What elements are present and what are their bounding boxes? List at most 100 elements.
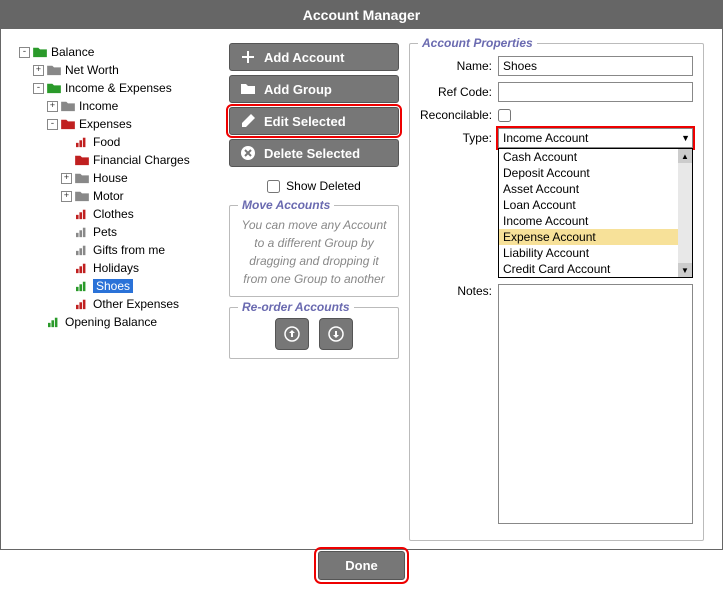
show-deleted-toggle[interactable]: Show Deleted [229,179,399,193]
expander-blank [33,317,44,328]
tree-node[interactable]: Financial Charges [19,151,219,169]
tree-node[interactable]: Shoes [19,277,219,295]
show-deleted-checkbox[interactable] [267,180,280,193]
type-option[interactable]: Liability Account [499,245,692,261]
move-accounts-legend: Move Accounts [238,198,334,212]
tree-label: House [93,171,128,185]
collapse-icon[interactable]: - [47,119,58,130]
chart-icon [74,225,90,239]
type-value: Income Account [503,131,588,145]
chart-icon [74,207,90,221]
collapse-icon[interactable]: - [19,47,30,58]
type-option[interactable]: Expense Account [499,229,692,245]
reconcilable-checkbox[interactable] [498,109,511,122]
folder-icon [74,171,90,185]
tree-label: Motor [93,189,124,203]
expand-icon[interactable]: + [61,191,72,202]
tree-label: Holidays [93,261,139,275]
chart-icon [74,261,90,275]
chart-icon [74,297,90,311]
delete-selected-button[interactable]: Delete Selected [229,139,399,167]
expander-blank [61,155,72,166]
tree-node[interactable]: Holidays [19,259,219,277]
expander-blank [61,227,72,238]
notes-label: Notes: [420,284,498,298]
expander-blank [61,263,72,274]
notes-field[interactable] [498,284,693,524]
scroll-up-icon[interactable]: ▲ [678,149,692,163]
tree-node[interactable]: Clothes [19,205,219,223]
name-field[interactable] [498,56,693,76]
done-button[interactable]: Done [318,551,405,580]
tree-node[interactable]: + House [19,169,219,187]
type-option[interactable]: Loan Account [499,197,692,213]
tree-node[interactable]: Gifts from me [19,241,219,259]
account-properties-legend: Account Properties [418,36,537,50]
folder-icon [74,153,90,167]
tree-node[interactable]: Food [19,133,219,151]
dropdown-scrollbar[interactable]: ▲ ▼ [678,149,692,277]
edit-selected-button[interactable]: Edit Selected [229,107,399,135]
refcode-label: Ref Code: [420,85,498,99]
move-down-button[interactable] [319,318,353,350]
chevron-down-icon: ▼ [681,133,690,143]
folder-icon [46,63,62,77]
tree-node[interactable]: + Motor [19,187,219,205]
tree-node[interactable]: -Balance [19,43,219,61]
type-combobox[interactable]: Income Account ▼ [498,128,693,148]
move-accounts-panel: Move Accounts You can move any Account t… [229,205,399,297]
tree-label: Pets [93,225,117,239]
show-deleted-label: Show Deleted [286,179,361,193]
folder-icon [46,81,62,95]
move-up-button[interactable] [275,318,309,350]
add-group-button[interactable]: Add Group [229,75,399,103]
expander-blank [61,281,72,292]
type-option[interactable]: Cash Account [499,149,692,165]
window-titlebar: Account Manager [1,1,722,29]
add-account-label: Add Account [264,50,344,65]
add-group-label: Add Group [264,82,332,97]
add-account-button[interactable]: Add Account [229,43,399,71]
tree-node[interactable]: Pets [19,223,219,241]
chart-icon [74,135,90,149]
tree-label: Income & Expenses [65,81,172,95]
window-title: Account Manager [303,7,420,23]
tree-label: Net Worth [65,63,119,77]
scroll-down-icon[interactable]: ▼ [678,263,692,277]
folder-icon [240,81,256,97]
tree-label: Income [79,99,118,113]
account-properties-panel: Account Properties Name: Ref Code: Recon… [409,43,704,541]
expander-blank [61,209,72,220]
type-option[interactable]: Asset Account [499,181,692,197]
expand-icon[interactable]: + [61,173,72,184]
tree-node[interactable]: -Expenses [19,115,219,133]
reorder-accounts-panel: Re-order Accounts [229,307,399,359]
chart-icon [46,315,62,329]
folder-icon [60,99,76,113]
tree-node[interactable]: + Net Worth [19,61,219,79]
tree-label: Food [93,135,120,149]
type-option[interactable]: Income Account [499,213,692,229]
expand-icon[interactable]: + [47,101,58,112]
tree-label: Other Expenses [93,297,179,311]
folder-icon [60,117,76,131]
tree-node[interactable]: - Income & Expenses [19,79,219,97]
tree-node[interactable]: Opening Balance [19,313,219,331]
name-label: Name: [420,59,498,73]
tree-node[interactable]: Other Expenses [19,295,219,313]
reconcilable-label: Reconcilable: [420,108,498,122]
plus-icon [240,49,256,65]
delete-icon [240,145,256,161]
chart-icon [74,243,90,257]
chart-icon [74,279,90,293]
collapse-icon[interactable]: - [33,83,44,94]
reorder-accounts-legend: Re-order Accounts [238,300,354,314]
type-option[interactable]: Credit Card Account [499,261,692,277]
type-combo-wrap: Income Account ▼ Cash AccountDeposit Acc… [498,128,693,148]
arrow-down-icon [328,326,344,342]
type-label: Type: [420,131,498,145]
expand-icon[interactable]: + [33,65,44,76]
type-option[interactable]: Deposit Account [499,165,692,181]
refcode-field[interactable] [498,82,693,102]
tree-node[interactable]: + Income [19,97,219,115]
